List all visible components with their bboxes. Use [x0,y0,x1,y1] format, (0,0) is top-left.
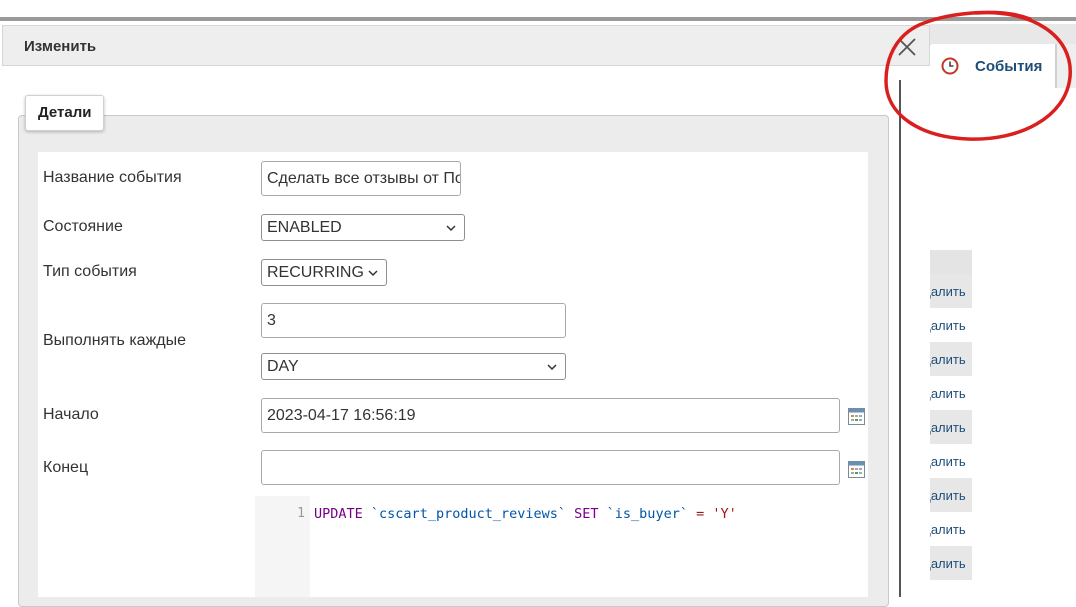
chevron-down-icon [446,224,456,231]
interval-label: Выполнять каждые [43,332,187,349]
end-datetime-input[interactable] [261,450,840,485]
background-action-list: Удалить Удалить Удалить Удалить Удалить … [930,250,972,580]
start-datetime-input[interactable]: 2023-04-17 16:56:19 [261,398,840,433]
interval-unit-select[interactable]: DAY [261,353,566,380]
edit-dialog: Изменить Детали Название события Сделать… [2,25,930,607]
dialog-title: Изменить [24,38,97,55]
close-icon [898,38,916,56]
interval-value-input[interactable]: 3 [261,303,566,338]
delete-link[interactable]: Удалить [930,308,972,342]
chevron-down-icon [368,269,378,276]
dialog-header: Изменить [2,25,930,66]
delete-link[interactable]: Удалить [930,342,972,376]
delete-link[interactable]: Удалить [930,478,972,512]
calendar-icon[interactable] [848,461,865,478]
code-line-number: 1 [297,506,305,521]
delete-link[interactable]: Удалить [930,546,972,580]
tab-next[interactable] [1056,44,1076,88]
delete-link[interactable]: Удалить [930,274,972,308]
tab-events[interactable]: События [931,44,1056,88]
state-select[interactable]: ENABLED [261,214,465,241]
end-label: Конец [43,459,89,476]
dialog-scrollbar[interactable] [899,80,901,597]
start-label: Начало [43,406,99,423]
event-type-select[interactable]: RECURRING [261,259,387,286]
tab-details[interactable]: Детали [25,95,105,131]
background-list-header [930,250,972,274]
delete-link[interactable]: Удалить [930,410,972,444]
state-label: Состояние [43,218,123,235]
close-button[interactable] [896,36,918,58]
delete-link[interactable]: Удалить [930,444,972,478]
tab-events-label: События [975,57,1043,75]
event-name-label: Название события [43,169,182,186]
top-rule [0,17,1076,21]
delete-link[interactable]: Удалить [930,512,972,546]
background-tabs-bar [930,24,1076,45]
calendar-icon[interactable] [848,408,865,425]
chevron-down-icon [547,363,557,370]
clock-icon [941,57,959,75]
event-name-input[interactable]: Сделать все отзывы от Пок [261,161,461,196]
sql-code-editor[interactable]: UPDATE `cscart_product_reviews` SET `is_… [314,506,737,522]
delete-link[interactable]: Удалить [930,376,972,410]
event-type-label: Тип события [43,263,137,280]
